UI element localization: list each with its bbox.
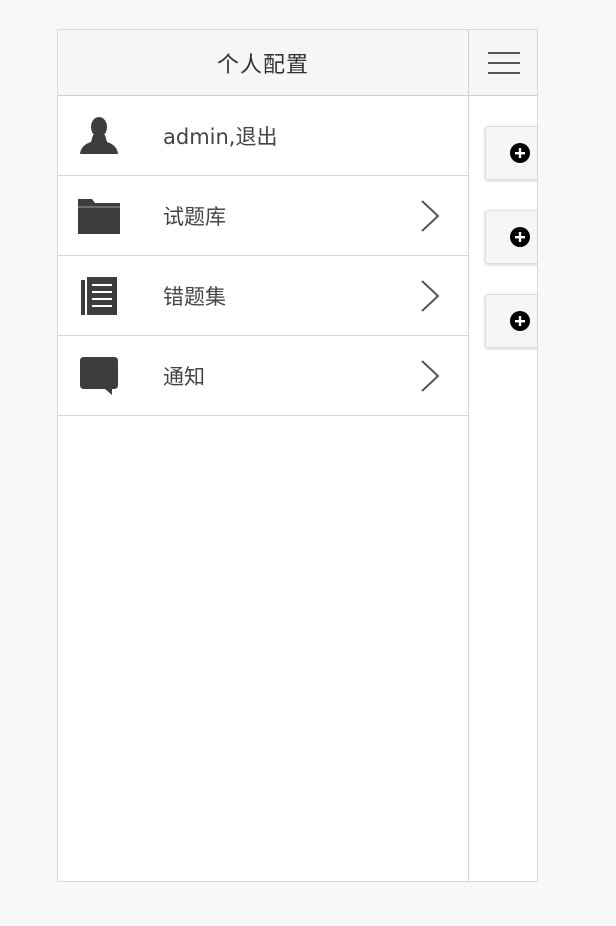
panel-header: 个人配置: [58, 30, 468, 96]
chevron-right-icon: [421, 359, 440, 392]
menu-item-wrong-questions[interactable]: 错题集: [58, 256, 468, 336]
menu-item-label: admin,退出: [163, 124, 278, 149]
menu-item-label: 错题集: [163, 284, 226, 309]
user-icon: [76, 115, 122, 157]
chevron-right-icon: [421, 279, 440, 312]
hamburger-menu-icon: [488, 51, 520, 74]
main-content-strip: [469, 30, 537, 881]
menu-item-label: 试题库: [163, 204, 226, 229]
add-button[interactable]: [485, 294, 537, 348]
menu-item-notifications[interactable]: 通知: [58, 336, 468, 416]
menu-item-label: 通知: [163, 364, 205, 389]
menu-item-user-logout[interactable]: admin,退出: [58, 96, 468, 176]
folder-icon: [76, 195, 122, 237]
side-panel: 个人配置 admin,退出 试题库 错题集 通知: [58, 30, 469, 881]
add-button[interactable]: [485, 210, 537, 264]
list-document-icon: [76, 275, 122, 317]
menu-toggle-button[interactable]: [469, 30, 537, 96]
chevron-right-icon: [421, 199, 440, 232]
plus-circle-icon: [510, 143, 530, 163]
chat-bubble-icon: [76, 355, 122, 397]
menu-item-question-bank[interactable]: 试题库: [58, 176, 468, 256]
plus-circle-icon: [510, 227, 530, 247]
app-frame: 个人配置 admin,退出 试题库 错题集 通知: [57, 29, 538, 882]
plus-circle-icon: [510, 311, 530, 331]
add-button[interactable]: [485, 126, 537, 180]
panel-title: 个人配置: [216, 52, 309, 78]
